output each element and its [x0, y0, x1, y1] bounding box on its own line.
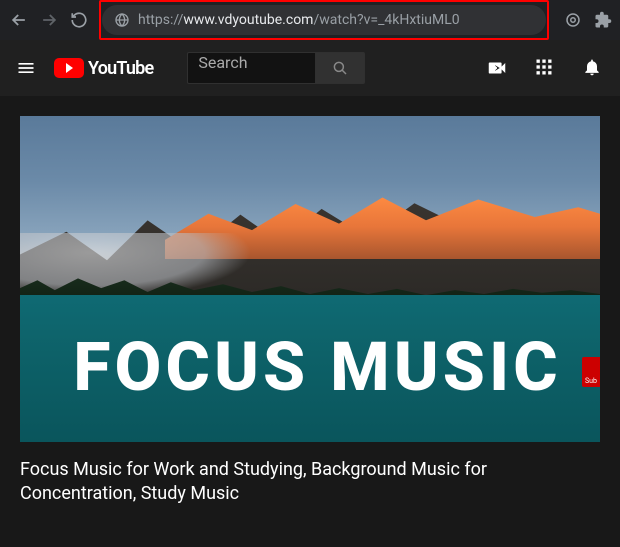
browser-extensions	[564, 11, 612, 29]
notifications-button[interactable]	[582, 57, 604, 79]
video-plus-icon	[486, 57, 508, 79]
arrow-right-icon	[39, 10, 59, 30]
youtube-wordmark: YouTube	[88, 58, 153, 79]
create-button[interactable]	[486, 57, 508, 79]
url-host: www.vdyoutube.com	[183, 12, 313, 28]
hamburger-icon	[16, 58, 36, 78]
reload-icon	[70, 11, 88, 29]
extensions-puzzle-icon[interactable]	[594, 11, 612, 29]
search-button[interactable]	[315, 52, 365, 84]
bell-icon	[582, 57, 602, 77]
url-scheme: https://	[138, 12, 183, 28]
search-icon	[331, 59, 349, 77]
globe-icon	[114, 12, 130, 28]
header-right	[486, 57, 604, 79]
arrow-left-icon	[9, 10, 29, 30]
youtube-header: YouTube Search	[0, 40, 620, 96]
search-input[interactable]: Search	[187, 52, 315, 84]
extension-icon[interactable]	[564, 11, 582, 29]
url-path: /watch?v=_4kHxtiuML0	[313, 12, 459, 28]
apps-button[interactable]	[534, 57, 556, 79]
video-title: Focus Music for Work and Studying, Backg…	[20, 458, 600, 507]
browser-toolbar: https://www.vdyoutube.com/watch?v=_4kHxt…	[0, 0, 620, 40]
search-form: Search	[187, 52, 365, 84]
video-thumbnail[interactable]: FOCUS MUSIC Sub	[20, 116, 600, 442]
back-button[interactable]	[8, 9, 30, 31]
reload-button[interactable]	[68, 9, 90, 31]
url-display: https://www.vdyoutube.com/watch?v=_4kHxt…	[138, 12, 460, 28]
menu-button[interactable]	[16, 58, 36, 78]
forward-button[interactable]	[38, 9, 60, 31]
video-content: FOCUS MUSIC Sub Focus Music for Work and…	[0, 96, 620, 507]
youtube-play-icon	[54, 58, 84, 78]
apps-grid-icon	[534, 57, 554, 77]
subscribe-badge[interactable]: Sub	[582, 357, 600, 387]
youtube-logo[interactable]: YouTube	[54, 58, 153, 79]
address-bar[interactable]: https://www.vdyoutube.com/watch?v=_4kHxt…	[102, 5, 546, 35]
thumbnail-text: FOCUS MUSIC	[20, 327, 600, 407]
